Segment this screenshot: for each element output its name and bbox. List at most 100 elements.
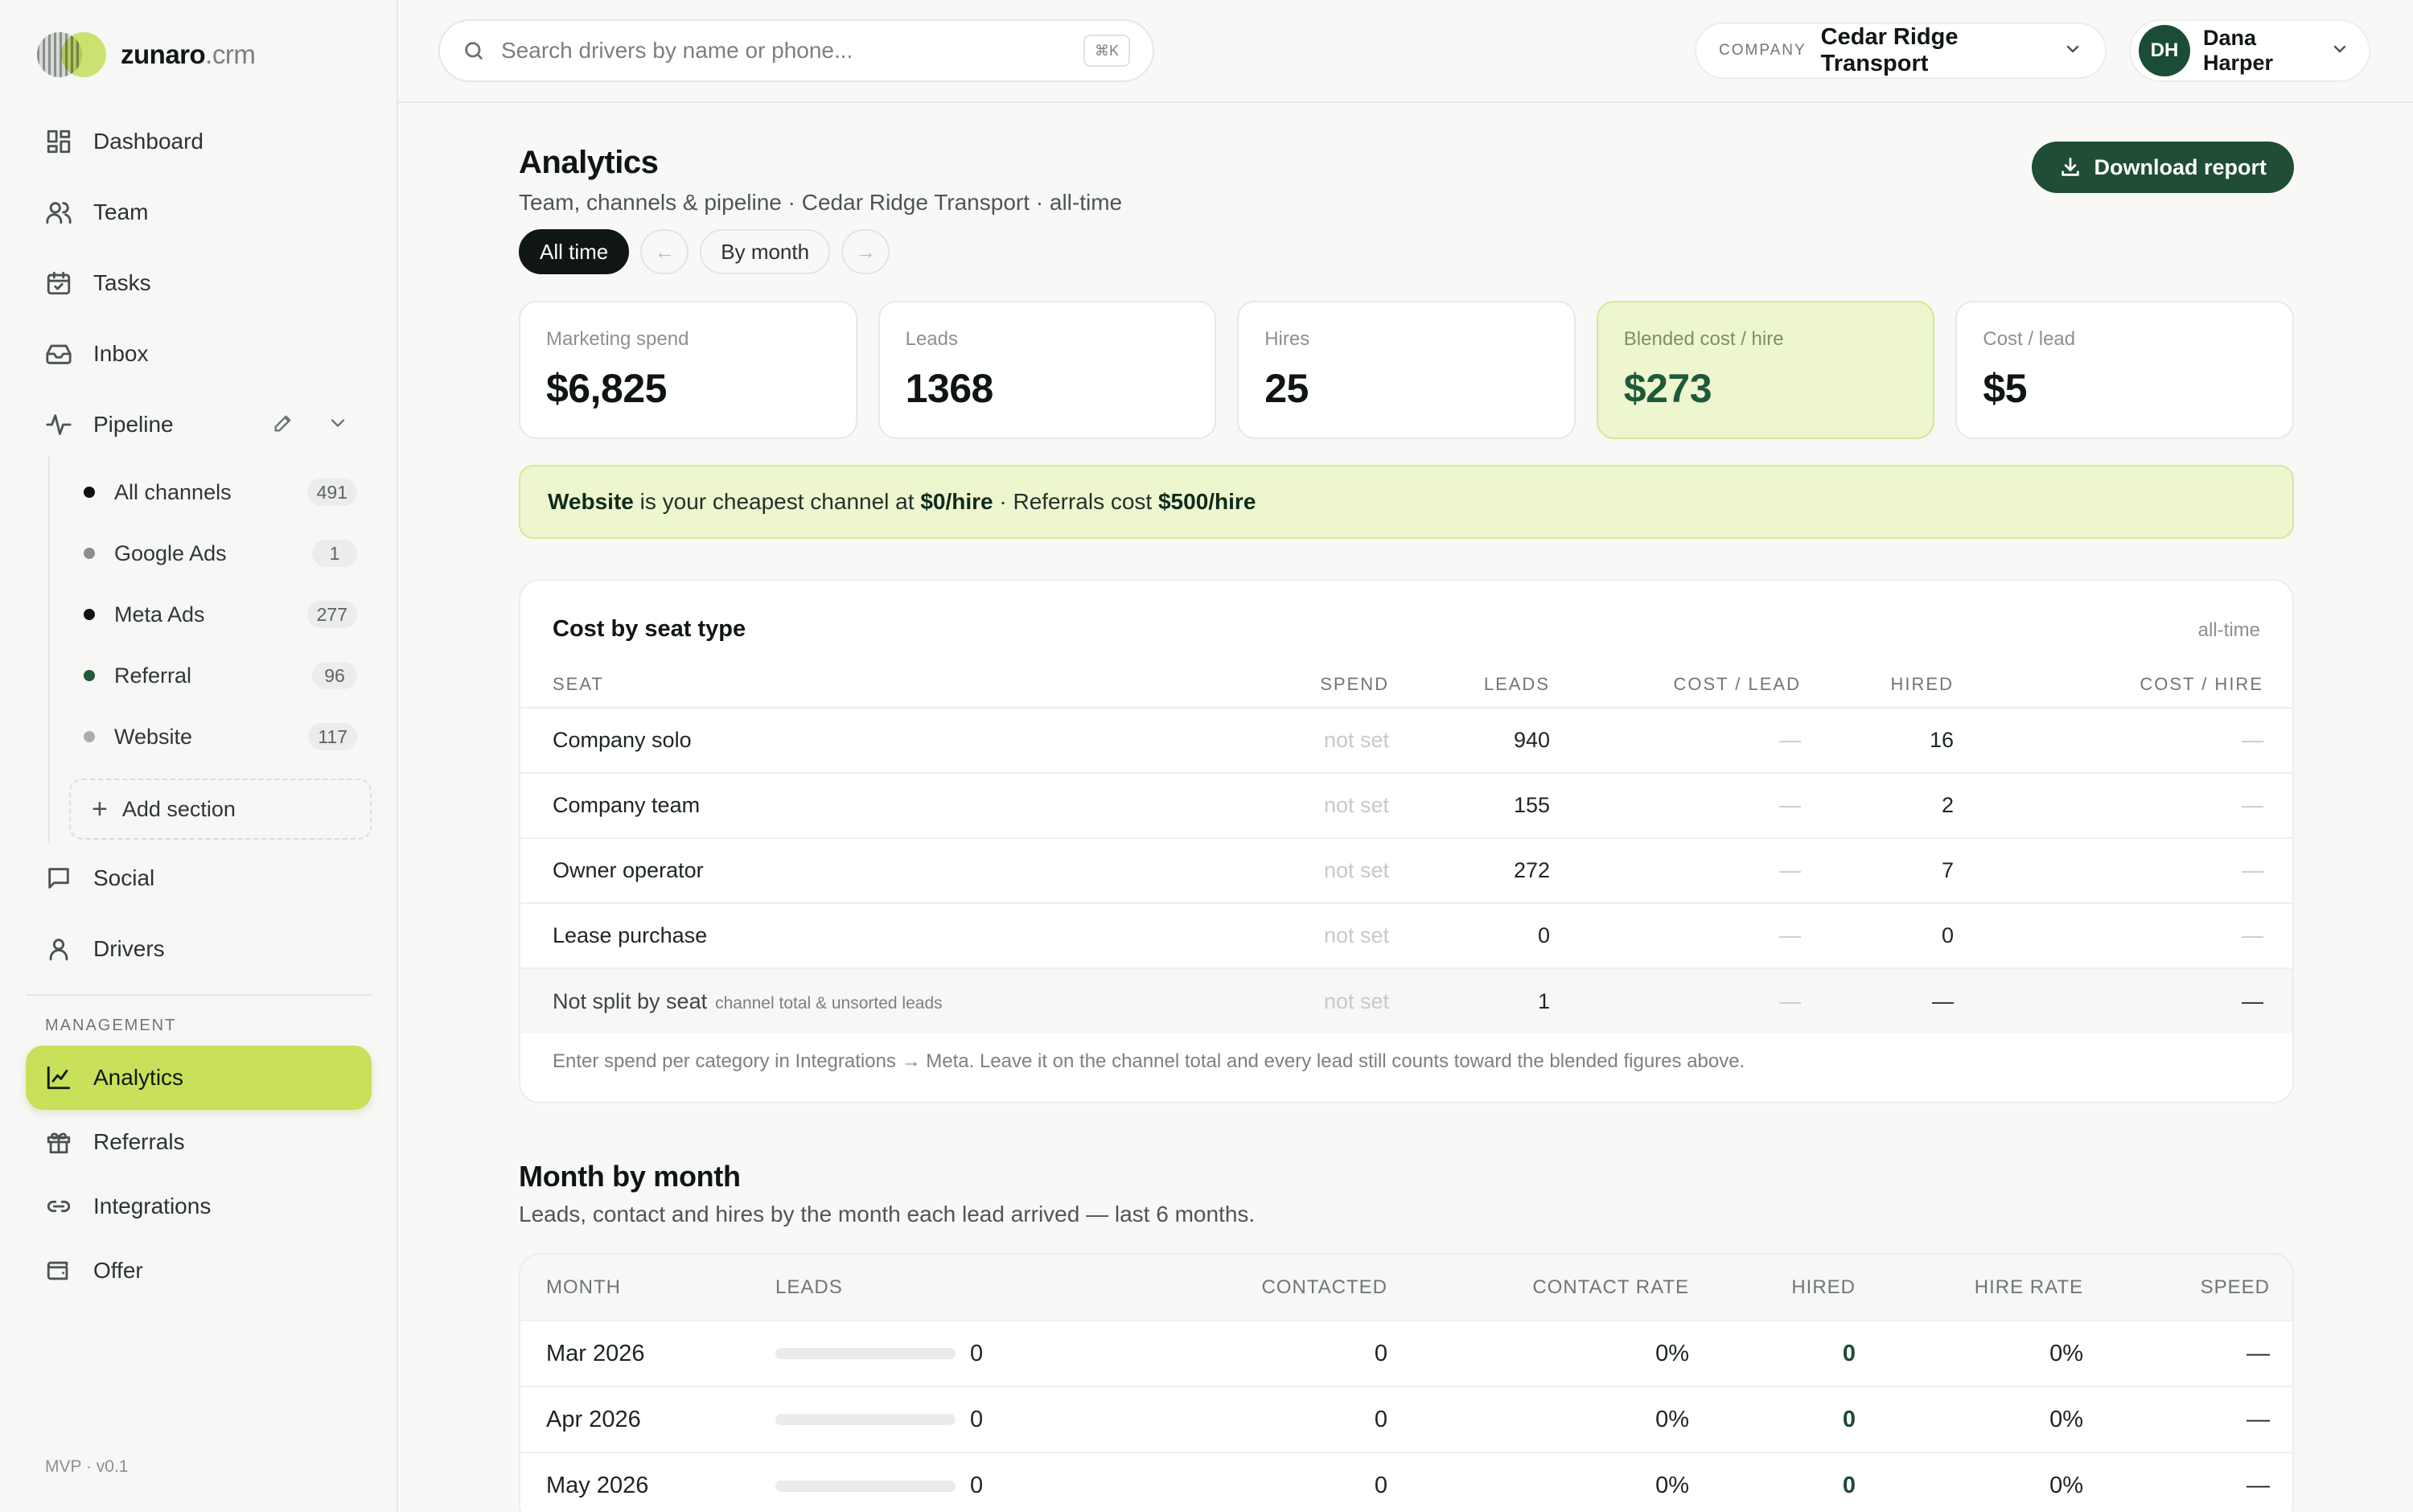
column-header[interactable]: SPEED: [2109, 1255, 2292, 1321]
table-row[interactable]: Company team not set 155 — 2 —: [520, 773, 2292, 839]
chevron-down-icon[interactable]: [327, 412, 349, 434]
kpi-value: 1368: [905, 366, 994, 411]
column-header[interactable]: SEAT: [520, 661, 1228, 709]
wallet-icon: [47, 1261, 68, 1280]
all-time-toggle[interactable]: All time: [519, 229, 630, 274]
download-report-label: Download report: [2094, 154, 2267, 179]
inbox-icon: [46, 344, 72, 364]
table-row[interactable]: Owner operator not set 272 — 7 —: [520, 838, 2292, 904]
column-header[interactable]: SPEND: [1228, 661, 1421, 709]
card-footnote: Enter spend per category in Integrations…: [553, 1050, 1745, 1072]
nav-dashboard-label: Dashboard: [93, 129, 203, 154]
status-dot: [84, 609, 95, 620]
nav-inbox[interactable]: Inbox: [26, 323, 372, 384]
table-header-row: MONTH LEADS CONTACTED CONTACT RATE HIRED…: [520, 1255, 2292, 1321]
chevron-down-icon: [2063, 39, 2082, 63]
seat-table: SEAT SPEND LEADS COST / LEAD HIRED COST …: [520, 661, 2292, 1033]
column-header[interactable]: MONTH: [520, 1255, 750, 1321]
table-row[interactable]: May 2026 0 0 0% 0 0% —: [520, 1452, 2292, 1512]
download-report-button[interactable]: Download report: [2031, 142, 2294, 193]
banner-text: · Referrals cost: [993, 489, 1158, 514]
edit-icon[interactable]: [272, 412, 294, 434]
column-header[interactable]: COST / HIRE: [1986, 661, 2292, 709]
column-header[interactable]: HIRED: [1833, 661, 1986, 709]
activity-icon: [46, 414, 72, 435]
column-header[interactable]: CONTACTED: [1071, 1255, 1413, 1321]
search-box[interactable]: ⌘K: [438, 19, 1154, 82]
column-header[interactable]: LEADS: [750, 1255, 1071, 1321]
column-header[interactable]: COST / LEAD: [1582, 661, 1833, 709]
search-input[interactable]: [501, 38, 1067, 64]
leads-bar: [775, 1348, 956, 1359]
nav-team[interactable]: Team: [26, 182, 372, 243]
nav-dashboard[interactable]: Dashboard: [26, 111, 372, 172]
search-shortcut-badge: ⌘K: [1083, 35, 1130, 67]
contacted-value: 0: [1071, 1386, 1413, 1452]
next-period-button[interactable]: →: [841, 229, 890, 274]
pipeline-section-meta-ads[interactable]: Meta Ads 277: [84, 590, 357, 639]
column-header[interactable]: HIRED: [1715, 1255, 1881, 1321]
user-menu[interactable]: DH Dana Harper: [2129, 19, 2370, 82]
nav-referrals-label: Referrals: [93, 1129, 185, 1154]
kpi-marketing-spend: Marketing spend $6,825: [519, 301, 857, 439]
pipeline-section-all-channels[interactable]: All channels 491: [84, 468, 357, 516]
pipeline-section-referral[interactable]: Referral 96: [84, 651, 357, 700]
users-icon: [46, 202, 72, 224]
column-header[interactable]: CONTACT RATE: [1413, 1255, 1715, 1321]
pipeline-section-website[interactable]: Website 117: [84, 713, 357, 761]
pipeline-tree-line: [48, 457, 50, 843]
table-row[interactable]: Mar 2026 0 0 0% 0 0% —: [520, 1320, 2292, 1387]
table-row[interactable]: Company solo not set 940 — 16 —: [520, 708, 2292, 774]
kpi-label: Blended cost / hire: [1623, 328, 1784, 350]
cost-per-hire-value: —: [1986, 773, 2292, 839]
table-row[interactable]: Lease purchase not set 0 — 0 —: [520, 903, 2292, 969]
table-row[interactable]: Not split by seat channel total & unsorte…: [520, 968, 2292, 1033]
speed-value: —: [2109, 1386, 2292, 1452]
leads-cell: 0: [750, 1320, 1071, 1387]
section-count-badge: 491: [306, 479, 357, 506]
kpi-value: 25: [1264, 366, 1309, 411]
status-dot: [84, 670, 95, 681]
table-row[interactable]: Apr 2026 0 0 0% 0 0% —: [520, 1386, 2292, 1452]
contact-rate-value: 0%: [1413, 1386, 1715, 1452]
download-icon: [2061, 158, 2079, 176]
status-dot: [84, 548, 95, 559]
column-header[interactable]: LEADS: [1421, 661, 1582, 709]
management-heading: MANAGEMENT: [45, 1017, 177, 1034]
grid-icon: [47, 129, 71, 154]
nav-integrations[interactable]: Integrations: [26, 1176, 372, 1237]
hired-value: 2: [1833, 773, 1986, 839]
previous-period-button[interactable]: ←: [640, 229, 689, 274]
nav-pipeline[interactable]: Pipeline: [26, 394, 372, 455]
company-label: COMPANY: [1719, 42, 1807, 59]
link-icon: [47, 1200, 71, 1213]
period-selector: All time ← By month →: [519, 228, 890, 275]
topbar: ⌘K COMPANY Cedar Ridge Transport DH Dana…: [398, 0, 2413, 103]
section-subtitle: Leads, contact and hires by the month ea…: [519, 1202, 1256, 1226]
leads-value: 0: [970, 1473, 984, 1498]
banner-text: is your cheapest channel at: [633, 489, 921, 514]
nav-offer[interactable]: Offer: [26, 1240, 372, 1301]
section-count-badge: 1: [312, 540, 357, 567]
nav-drivers-label: Drivers: [93, 936, 165, 961]
nav-tasks[interactable]: Tasks: [26, 253, 372, 314]
nav-social-label: Social: [93, 865, 155, 890]
add-section-button[interactable]: + Add section: [69, 779, 372, 840]
table-header-row: SEAT SPEND LEADS COST / LEAD HIRED COST …: [520, 661, 2292, 709]
seat-note: channel total & unsorted leads: [715, 993, 943, 1013]
cost-per-lead-value: —: [1582, 773, 1833, 839]
by-month-toggle[interactable]: By month: [700, 229, 831, 274]
leads-value: 272: [1421, 838, 1582, 904]
pipeline-section-google-ads[interactable]: Google Ads 1: [84, 529, 357, 577]
search-icon: [465, 42, 483, 60]
nav-drivers[interactable]: Drivers: [26, 918, 372, 980]
column-header[interactable]: HIRE RATE: [1881, 1255, 2109, 1321]
nav-analytics[interactable]: Analytics: [26, 1046, 372, 1110]
brand-logo[interactable]: zunaro.crm: [37, 31, 256, 79]
nav-social[interactable]: Social: [26, 848, 372, 909]
nav-referrals[interactable]: Referrals: [26, 1111, 372, 1173]
spend-value: not set: [1228, 903, 1421, 969]
company-selector[interactable]: COMPANY Cedar Ridge Transport: [1695, 23, 2107, 79]
cost-per-lead-value: —: [1582, 838, 1833, 904]
section-label: Website: [114, 724, 193, 749]
